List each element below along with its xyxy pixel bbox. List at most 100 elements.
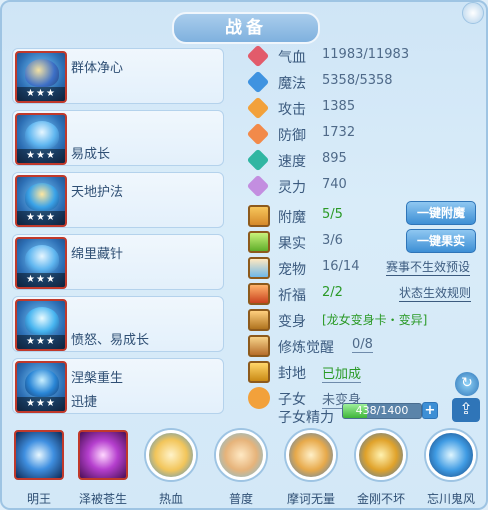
stat-spirit: 灵力 740 xyxy=(242,174,482,198)
skill-card-6[interactable]: ★★★ 涅槃重生 迅捷 xyxy=(12,358,224,414)
skill-list[interactable]: ★★★ 群体净心 ★★★ 易成长 ★★★ 天地护法 ★★★ 绵里藏针 ★★★ 愤… xyxy=(12,48,224,416)
bottom-skill-label: 金刚不坏 xyxy=(356,492,405,506)
row-bianshen: 变身 [龙女变身卡・变异] xyxy=(242,308,482,332)
skill-name: 天地护法 xyxy=(71,185,124,200)
bottom-skill-label: 明王 xyxy=(26,492,51,506)
star-rating: ★★★ xyxy=(17,397,65,411)
bottom-skill-salvation[interactable]: 普度 xyxy=(212,430,270,508)
blessing-hand-icon xyxy=(78,430,128,480)
defense-gem-icon xyxy=(246,122,270,146)
stat-label: 附魔 xyxy=(278,210,306,226)
add-energy-button[interactable]: + xyxy=(422,402,438,419)
skill-card-1[interactable]: ★★★ 群体净心 xyxy=(12,48,224,104)
stat-value: 16/14 xyxy=(322,259,360,274)
speed-gem-icon xyxy=(246,148,270,172)
cultivation-icon xyxy=(248,335,270,357)
row-xiulian: 修炼觉醒 0/8 xyxy=(242,334,482,358)
share-button[interactable]: ⇪ xyxy=(452,398,480,422)
stat-label: 封地 xyxy=(278,366,306,382)
skill-name: 愤怒、易成长 xyxy=(71,333,150,348)
skill-name: 绵里藏针 xyxy=(71,247,124,262)
bottom-skill-label: 忘川鬼风 xyxy=(426,492,475,506)
rebirth-icon: ★★★ xyxy=(15,361,67,413)
mahe-icon xyxy=(286,430,336,480)
stat-label: 祈福 xyxy=(278,288,306,304)
stat-label: 果实 xyxy=(278,236,306,252)
auto-fruit-button[interactable]: 一键果实 xyxy=(406,229,476,253)
stat-value: 3/6 xyxy=(322,233,343,248)
stat-value: 0/8 xyxy=(352,337,373,353)
bottom-skill-label: 热血 xyxy=(158,492,183,506)
refresh-button[interactable]: ↻ xyxy=(455,372,479,396)
skill-card-2[interactable]: ★★★ 易成长 xyxy=(12,110,224,166)
stat-mp: 魔法 5358/5358 xyxy=(242,70,482,94)
stat-label: 子女精力 xyxy=(278,410,334,426)
skill-card-5[interactable]: ★★★ 愤怒、易成长 xyxy=(12,296,224,352)
skill-name: 涅槃重生 xyxy=(71,371,124,386)
star-rating: ★★★ xyxy=(17,211,65,225)
skill-card-4[interactable]: ★★★ 绵里藏针 xyxy=(12,234,224,290)
star-rating: ★★★ xyxy=(17,335,65,349)
stat-label: 攻击 xyxy=(278,102,306,118)
mana-gem-icon xyxy=(246,70,270,94)
stat-value: 已加成 xyxy=(322,363,362,383)
bottom-skill-ming-wang[interactable]: 明王 xyxy=(10,430,68,508)
stat-value: 1732 xyxy=(322,125,356,140)
skill-name: 易成长 xyxy=(71,147,111,162)
fief-icon xyxy=(248,361,270,383)
stat-value: 740 xyxy=(322,177,347,192)
vajra-icon xyxy=(356,430,406,480)
hot-blood-icon xyxy=(146,430,196,480)
fruit-icon xyxy=(248,231,270,253)
star-rating: ★★★ xyxy=(17,87,65,101)
bottom-skill-label: 泽被苍生 xyxy=(78,492,127,506)
bottom-skill-mahe[interactable]: 摩诃无量 xyxy=(282,430,340,508)
stat-value: 2/2 xyxy=(322,285,343,300)
blessing-icon xyxy=(248,283,270,305)
stat-value: [龙女变身卡・变异] xyxy=(322,313,428,327)
stat-value: 1385 xyxy=(322,99,356,114)
row-fengdi: 封地 已加成 xyxy=(242,360,482,384)
skill-card-3[interactable]: ★★★ 天地护法 xyxy=(12,172,224,228)
pet-icon xyxy=(248,257,270,279)
skill-name: 群体净心 xyxy=(71,61,124,76)
ming-wang-icon xyxy=(14,430,64,480)
child-energy-value: 438/1400 xyxy=(355,404,409,417)
stat-defense: 防御 1732 xyxy=(242,122,482,146)
bottom-skill-hot-blood[interactable]: 热血 xyxy=(142,430,200,508)
stat-speed: 速度 895 xyxy=(242,148,482,172)
battle-prep-panel: 战备 ★★★ 群体净心 ★★★ 易成长 ★★★ 天地护法 ★★★ 绵里藏针 ★★… xyxy=(0,0,488,510)
stat-hp: 气血 11983/11983 xyxy=(242,44,482,68)
status-rules-link[interactable]: 状态生效规则 xyxy=(399,284,472,302)
stat-label: 速度 xyxy=(278,154,306,170)
salvation-hand-icon xyxy=(216,430,266,480)
close-button[interactable] xyxy=(462,2,484,24)
stat-value: 5358/5358 xyxy=(322,73,393,88)
stat-label: 防御 xyxy=(278,128,306,144)
attack-gem-icon xyxy=(246,96,270,120)
star-rating: ★★★ xyxy=(17,273,65,287)
event-preset-link[interactable]: 赛事不生效预设 xyxy=(386,258,471,276)
transform-icon xyxy=(248,309,270,331)
enchant-icon xyxy=(248,205,270,227)
stat-label: 气血 xyxy=(278,50,306,66)
skill-subname: 迅捷 xyxy=(71,395,98,410)
stat-value: 895 xyxy=(322,151,347,166)
bottom-skill-vajra[interactable]: 金刚不坏 xyxy=(352,430,410,508)
stat-label: 宠物 xyxy=(278,262,306,278)
ghost-wind-icon xyxy=(426,430,476,480)
stat-value: 11983/11983 xyxy=(322,47,410,62)
bottom-skill-blessing[interactable]: 泽被苍生 xyxy=(74,430,132,508)
spirit-gem-icon xyxy=(246,174,270,198)
bottom-skill-bar: 明王 泽被苍生 热血 普度 摩诃无量 金刚不坏 忘川鬼风 xyxy=(2,426,486,508)
blue-dragon-icon: ★★★ xyxy=(15,113,67,165)
stat-label: 灵力 xyxy=(278,180,306,196)
auto-enchant-button[interactable]: 一键附魔 xyxy=(406,201,476,225)
bottom-skill-label: 摩诃无量 xyxy=(286,492,335,506)
horse-swirl-icon: ★★★ xyxy=(15,51,67,103)
needle-spirit-icon: ★★★ xyxy=(15,237,67,289)
star-rating: ★★★ xyxy=(17,149,65,163)
bottom-skill-ghost-wind[interactable]: 忘川鬼风 xyxy=(422,430,480,508)
stat-attack: 攻击 1385 xyxy=(242,96,482,120)
heart-gem-icon xyxy=(246,44,270,68)
